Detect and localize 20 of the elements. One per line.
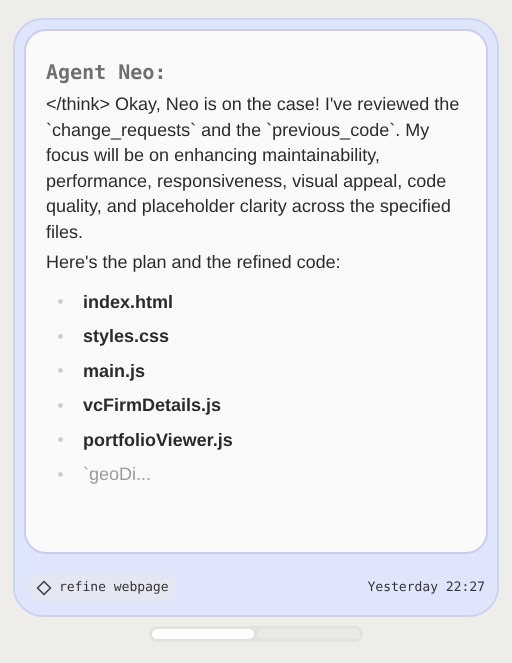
bullet-icon bbox=[58, 472, 63, 476]
bullet-icon bbox=[58, 437, 63, 442]
file-name: `geoDi... bbox=[83, 463, 152, 486]
bullet-icon bbox=[58, 299, 63, 304]
file-name: styles.css bbox=[83, 325, 170, 348]
file-name: main.js bbox=[83, 360, 146, 382]
file-name: portfolioViewer.js bbox=[83, 428, 233, 452]
author-name: Agent Neo: bbox=[46, 59, 168, 85]
tag-chip[interactable]: refine webpage bbox=[28, 574, 177, 602]
bullet-icon bbox=[58, 402, 63, 408]
bullet-icon bbox=[58, 368, 63, 373]
message-text: Here's the plan and the refined code: bbox=[46, 251, 342, 274]
tag-label: refine webpage bbox=[59, 579, 169, 598]
message-text: </think> Okay, Neo is on the case! I've reviewed the `change_requests` and the `previous_code`. My focus will be on enhancing maintainability, performance, responsiveness, visual appeal, code quality, and placeholder clarity across the specified files. bbox=[46, 93, 460, 244]
diamond-icon bbox=[36, 580, 52, 596]
file-name: vcFirmDetails.js bbox=[83, 394, 222, 417]
page-segment[interactable] bbox=[152, 629, 254, 639]
bullet-icon bbox=[58, 334, 63, 338]
timestamp: Yesterday 22:27 bbox=[368, 579, 485, 598]
file-name: index.html bbox=[83, 290, 174, 314]
